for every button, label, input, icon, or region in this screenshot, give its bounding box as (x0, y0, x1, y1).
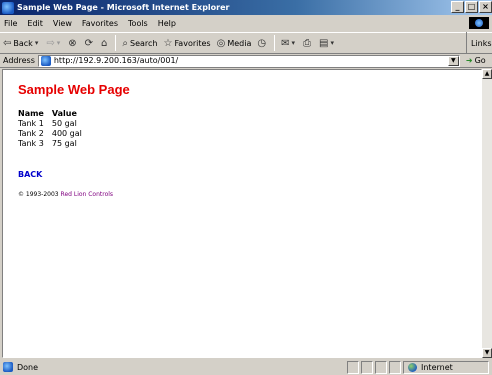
scroll-down-button[interactable]: ▼ (482, 348, 492, 358)
stop-button[interactable]: ⊗ (68, 38, 78, 49)
tank-table: Name Value Tank 1 50 gal Tank 2 400 gal … (18, 109, 90, 149)
status-panel (361, 360, 373, 374)
title-bar: Sample Web Page - Microsoft Internet Exp… (0, 0, 492, 15)
zone-label: Internet (421, 362, 453, 372)
page-title: Sample Web Page (18, 82, 130, 97)
menu-tools[interactable]: Tools (128, 19, 148, 28)
toolbar-separator (274, 35, 276, 51)
mail-button[interactable]: ✉ ▾ (281, 38, 297, 49)
column-header: Name (18, 109, 44, 118)
back-button[interactable]: ⇦ Back ▾ (3, 38, 40, 49)
print-icon: ⎙ (302, 37, 311, 49)
edit-button[interactable]: ▤ ▾ (319, 38, 336, 49)
ie-icon (2, 1, 14, 14)
vertical-scrollbar[interactable]: ▲ ▼ (482, 69, 492, 358)
history-icon: ◷ (257, 37, 267, 49)
back-link[interactable]: BACK (18, 170, 42, 179)
windows-logo-icon (469, 17, 489, 29)
window-controls: _ □ × (451, 1, 492, 13)
links-label: Links (471, 38, 492, 48)
security-zone: Internet (403, 360, 489, 374)
menu-bar: File Edit View Favorites Tools Help (0, 16, 492, 30)
favorites-button[interactable]: ☆ Favorites (163, 38, 210, 49)
home-icon: ⌂ (101, 37, 108, 49)
mail-icon: ✉ (281, 37, 290, 49)
address-bar: Address http://192.9.200.163/auto/001/ ▼… (0, 54, 492, 68)
table-row: Tank 2 400 gal (18, 129, 90, 139)
edit-page-icon: ▤ (318, 37, 329, 49)
address-url[interactable]: http://192.9.200.163/auto/001/ (54, 56, 178, 65)
close-button[interactable]: × (479, 1, 492, 13)
back-button-label: Back (13, 38, 33, 48)
menu-favorites[interactable]: Favorites (82, 19, 118, 28)
forward-button[interactable]: ⇨ ▾ (46, 38, 62, 49)
address-label: Address (3, 56, 35, 65)
stop-icon: ⊗ (68, 37, 77, 49)
footer: © 1993-2003 Red Lion Controls (18, 191, 113, 198)
media-icon: ◎ (216, 37, 226, 49)
page-done-icon (3, 362, 13, 372)
chevron-down-icon[interactable]: ▾ (330, 39, 334, 47)
table-cell: Tank 2 (18, 129, 44, 138)
favorites-button-label: Favorites (174, 38, 211, 48)
refresh-button[interactable]: ⟳ (85, 38, 95, 49)
menu-view[interactable]: View (53, 19, 72, 28)
go-button[interactable]: ➜ Go (466, 56, 486, 65)
column-header: Value (51, 109, 77, 118)
chevron-down-icon[interactable]: ▾ (35, 39, 39, 47)
footer-brand-link[interactable]: Red Lion Controls (61, 191, 114, 198)
status-bar: Done Internet (0, 359, 492, 375)
refresh-icon: ⟳ (84, 37, 94, 49)
table-row: Tank 1 50 gal (18, 119, 90, 129)
home-button[interactable]: ⌂ (101, 38, 109, 49)
page-content: Sample Web Page Name Value Tank 1 50 gal… (2, 69, 482, 358)
media-button-label: Media (227, 38, 252, 48)
favorites-icon: ☆ (163, 37, 173, 49)
status-panel (347, 360, 359, 374)
back-arrow-icon: ⇦ (3, 37, 12, 49)
address-dropdown-icon[interactable]: ▼ (447, 55, 459, 66)
table-cell: 400 gal (51, 129, 82, 138)
table-cell: 75 gal (51, 139, 77, 148)
table-header-row: Name Value (18, 109, 90, 119)
page-icon (40, 55, 51, 66)
status-panel (389, 360, 401, 374)
search-button[interactable]: ⌕ Search (122, 38, 157, 49)
menu-edit[interactable]: Edit (27, 19, 43, 28)
footer-copyright: © 1993-2003 (18, 191, 59, 198)
go-button-label: Go (474, 56, 486, 65)
status-message: Done (0, 362, 345, 372)
minimize-button[interactable]: _ (451, 1, 464, 13)
address-input[interactable]: http://192.9.200.163/auto/001/ ▼ (37, 54, 460, 67)
forward-arrow-icon: ⇨ (46, 37, 55, 49)
history-button[interactable]: ◷ (257, 38, 268, 49)
search-icon: ⌕ (122, 37, 128, 49)
internet-globe-icon (408, 362, 417, 372)
table-cell: 50 gal (51, 119, 77, 128)
status-panel (375, 360, 387, 374)
print-button[interactable]: ⎙ (303, 38, 313, 49)
table-cell: Tank 1 (18, 119, 44, 128)
window-title: Sample Web Page - Microsoft Internet Exp… (17, 3, 230, 12)
status-text: Done (17, 362, 39, 372)
links-button[interactable]: Links (466, 32, 492, 54)
menu-file[interactable]: File (4, 19, 17, 28)
standard-toolbar: ⇦ Back ▾ ⇨ ▾ ⊗ ⟳ ⌂ ⌕ Search ☆ Favorites … (0, 32, 492, 54)
go-arrow-icon: ➜ (465, 56, 473, 65)
toolbar-separator (115, 35, 117, 51)
table-cell: Tank 3 (18, 139, 44, 148)
browser-window: Sample Web Page - Microsoft Internet Exp… (0, 0, 492, 375)
media-button[interactable]: ◎ Media (217, 38, 252, 49)
chevron-down-icon[interactable]: ▾ (57, 39, 61, 47)
menu-help[interactable]: Help (158, 19, 176, 28)
scroll-up-button[interactable]: ▲ (482, 69, 492, 79)
maximize-button[interactable]: □ (465, 1, 478, 13)
table-row: Tank 3 75 gal (18, 139, 90, 149)
chevron-down-icon[interactable]: ▾ (291, 39, 295, 47)
search-button-label: Search (129, 38, 158, 48)
